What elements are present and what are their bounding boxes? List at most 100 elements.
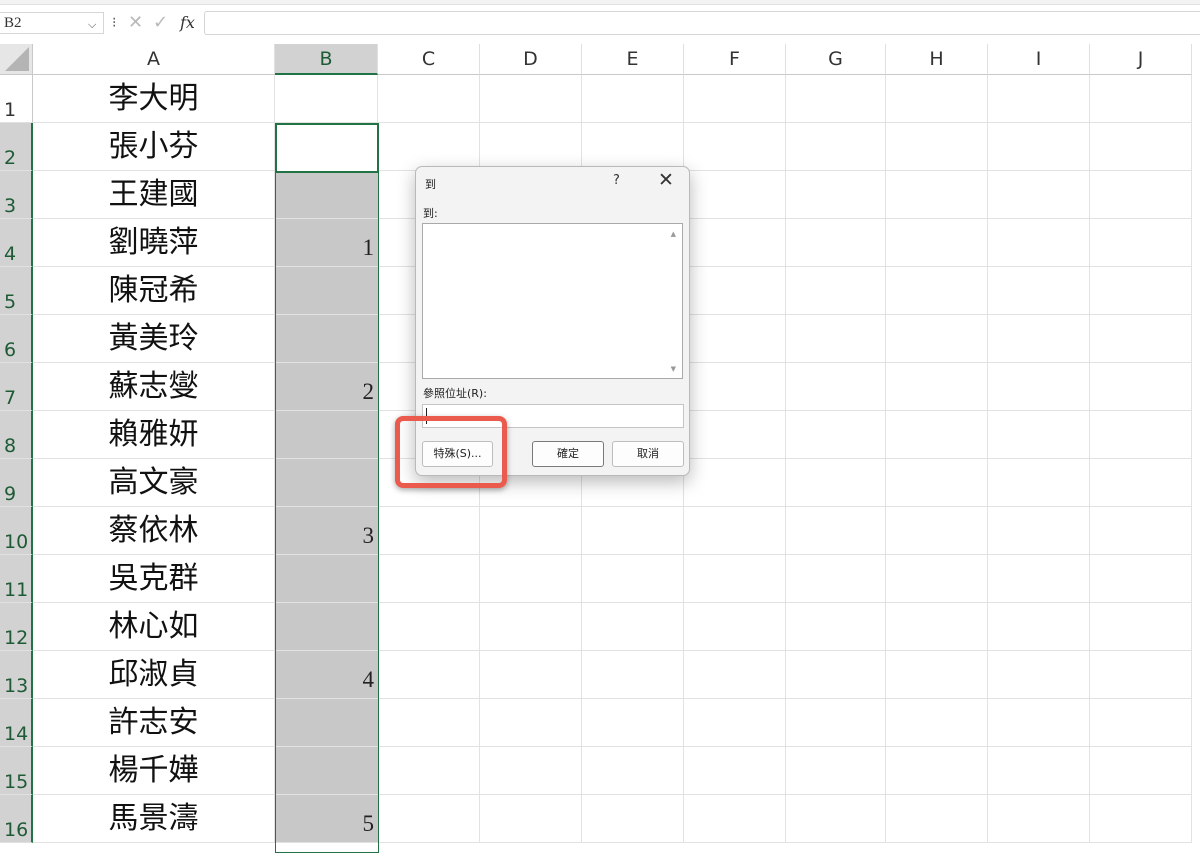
column-header-c[interactable]: C bbox=[378, 44, 480, 75]
cell-d12[interactable] bbox=[480, 603, 582, 651]
column-header-i[interactable]: I bbox=[988, 44, 1090, 75]
cell-g6[interactable] bbox=[786, 315, 886, 363]
cell-d10[interactable] bbox=[480, 507, 582, 555]
cell-a13[interactable]: 邱淑貞 bbox=[33, 651, 275, 699]
cell-b10[interactable]: 3 bbox=[275, 507, 378, 555]
cell-h3[interactable] bbox=[886, 171, 988, 219]
column-header-d[interactable]: D bbox=[480, 44, 582, 75]
cell-a2[interactable]: 張小芬 bbox=[33, 123, 275, 171]
cell-a6[interactable]: 黃美玲 bbox=[33, 315, 275, 363]
cell-g1[interactable] bbox=[786, 75, 886, 123]
cell-c2[interactable] bbox=[378, 123, 480, 171]
cell-h2[interactable] bbox=[886, 123, 988, 171]
cell-c10[interactable] bbox=[378, 507, 480, 555]
cell-f16[interactable] bbox=[684, 795, 786, 843]
cell-j15[interactable] bbox=[1090, 747, 1192, 795]
formula-input[interactable] bbox=[204, 11, 1200, 35]
row-header-7[interactable]: 7 bbox=[0, 363, 33, 411]
cell-b1[interactable] bbox=[275, 75, 378, 123]
cell-a9[interactable]: 高文豪 bbox=[33, 459, 275, 507]
cell-f6[interactable] bbox=[684, 315, 786, 363]
cell-h14[interactable] bbox=[886, 699, 988, 747]
cell-a5[interactable]: 陳冠希 bbox=[33, 267, 275, 315]
cancel-entry-icon[interactable]: ✕ bbox=[128, 11, 143, 35]
cell-g7[interactable] bbox=[786, 363, 886, 411]
cell-e12[interactable] bbox=[582, 603, 684, 651]
cell-f9[interactable] bbox=[684, 459, 786, 507]
cell-c16[interactable] bbox=[378, 795, 480, 843]
cell-d1[interactable] bbox=[480, 75, 582, 123]
cell-g9[interactable] bbox=[786, 459, 886, 507]
cell-i6[interactable] bbox=[988, 315, 1090, 363]
cell-a10[interactable]: 蔡依林 bbox=[33, 507, 275, 555]
cell-h15[interactable] bbox=[886, 747, 988, 795]
cell-f15[interactable] bbox=[684, 747, 786, 795]
cell-f8[interactable] bbox=[684, 411, 786, 459]
cell-b15[interactable] bbox=[275, 747, 378, 795]
column-header-j[interactable]: J bbox=[1090, 44, 1192, 75]
cell-c12[interactable] bbox=[378, 603, 480, 651]
cell-j16[interactable] bbox=[1090, 795, 1192, 843]
cell-e11[interactable] bbox=[582, 555, 684, 603]
cell-h12[interactable] bbox=[886, 603, 988, 651]
cell-i8[interactable] bbox=[988, 411, 1090, 459]
cell-j14[interactable] bbox=[1090, 699, 1192, 747]
cell-i11[interactable] bbox=[988, 555, 1090, 603]
cell-i3[interactable] bbox=[988, 171, 1090, 219]
cell-a3[interactable]: 王建國 bbox=[33, 171, 275, 219]
cell-f14[interactable] bbox=[684, 699, 786, 747]
row-header-10[interactable]: 10 bbox=[0, 507, 33, 555]
cell-i14[interactable] bbox=[988, 699, 1090, 747]
cell-a11[interactable]: 吳克群 bbox=[33, 555, 275, 603]
cell-h10[interactable] bbox=[886, 507, 988, 555]
cell-g3[interactable] bbox=[786, 171, 886, 219]
cell-i1[interactable] bbox=[988, 75, 1090, 123]
cell-i4[interactable] bbox=[988, 219, 1090, 267]
cell-f13[interactable] bbox=[684, 651, 786, 699]
cell-g8[interactable] bbox=[786, 411, 886, 459]
column-header-h[interactable]: H bbox=[886, 44, 988, 75]
cell-h5[interactable] bbox=[886, 267, 988, 315]
cell-h8[interactable] bbox=[886, 411, 988, 459]
cell-e10[interactable] bbox=[582, 507, 684, 555]
cell-b4[interactable]: 1 bbox=[275, 219, 378, 267]
cell-f2[interactable] bbox=[684, 123, 786, 171]
chevron-down-icon[interactable]: ⌵ bbox=[88, 15, 96, 36]
row-header-15[interactable]: 15 bbox=[0, 747, 33, 795]
column-header-b[interactable]: B bbox=[275, 44, 378, 75]
cell-e16[interactable] bbox=[582, 795, 684, 843]
cell-d13[interactable] bbox=[480, 651, 582, 699]
cell-i2[interactable] bbox=[988, 123, 1090, 171]
cell-h9[interactable] bbox=[886, 459, 988, 507]
cell-d11[interactable] bbox=[480, 555, 582, 603]
cell-e15[interactable] bbox=[582, 747, 684, 795]
cell-j5[interactable] bbox=[1090, 267, 1192, 315]
cell-i5[interactable] bbox=[988, 267, 1090, 315]
row-header-16[interactable]: 16 bbox=[0, 795, 33, 843]
cell-g5[interactable] bbox=[786, 267, 886, 315]
cell-b14[interactable] bbox=[275, 699, 378, 747]
cell-i10[interactable] bbox=[988, 507, 1090, 555]
row-header-1[interactable]: 1 bbox=[0, 75, 33, 123]
cell-e14[interactable] bbox=[582, 699, 684, 747]
cell-g4[interactable] bbox=[786, 219, 886, 267]
cell-e1[interactable] bbox=[582, 75, 684, 123]
row-header-8[interactable]: 8 bbox=[0, 411, 33, 459]
ok-button[interactable]: 確定 bbox=[532, 441, 604, 467]
cell-c14[interactable] bbox=[378, 699, 480, 747]
row-header-5[interactable]: 5 bbox=[0, 267, 33, 315]
cell-b12[interactable] bbox=[275, 603, 378, 651]
cell-b13[interactable]: 4 bbox=[275, 651, 378, 699]
column-header-g[interactable]: G bbox=[786, 44, 886, 75]
cell-h4[interactable] bbox=[886, 219, 988, 267]
cell-j11[interactable] bbox=[1090, 555, 1192, 603]
scroll-down-icon[interactable]: ▼ bbox=[671, 365, 676, 373]
cell-i16[interactable] bbox=[988, 795, 1090, 843]
row-header-3[interactable]: 3 bbox=[0, 171, 33, 219]
row-header-9[interactable]: 9 bbox=[0, 459, 33, 507]
cell-f4[interactable] bbox=[684, 219, 786, 267]
cell-h6[interactable] bbox=[886, 315, 988, 363]
insert-function-icon[interactable]: fx bbox=[180, 11, 195, 35]
cell-e2[interactable] bbox=[582, 123, 684, 171]
cell-d2[interactable] bbox=[480, 123, 582, 171]
